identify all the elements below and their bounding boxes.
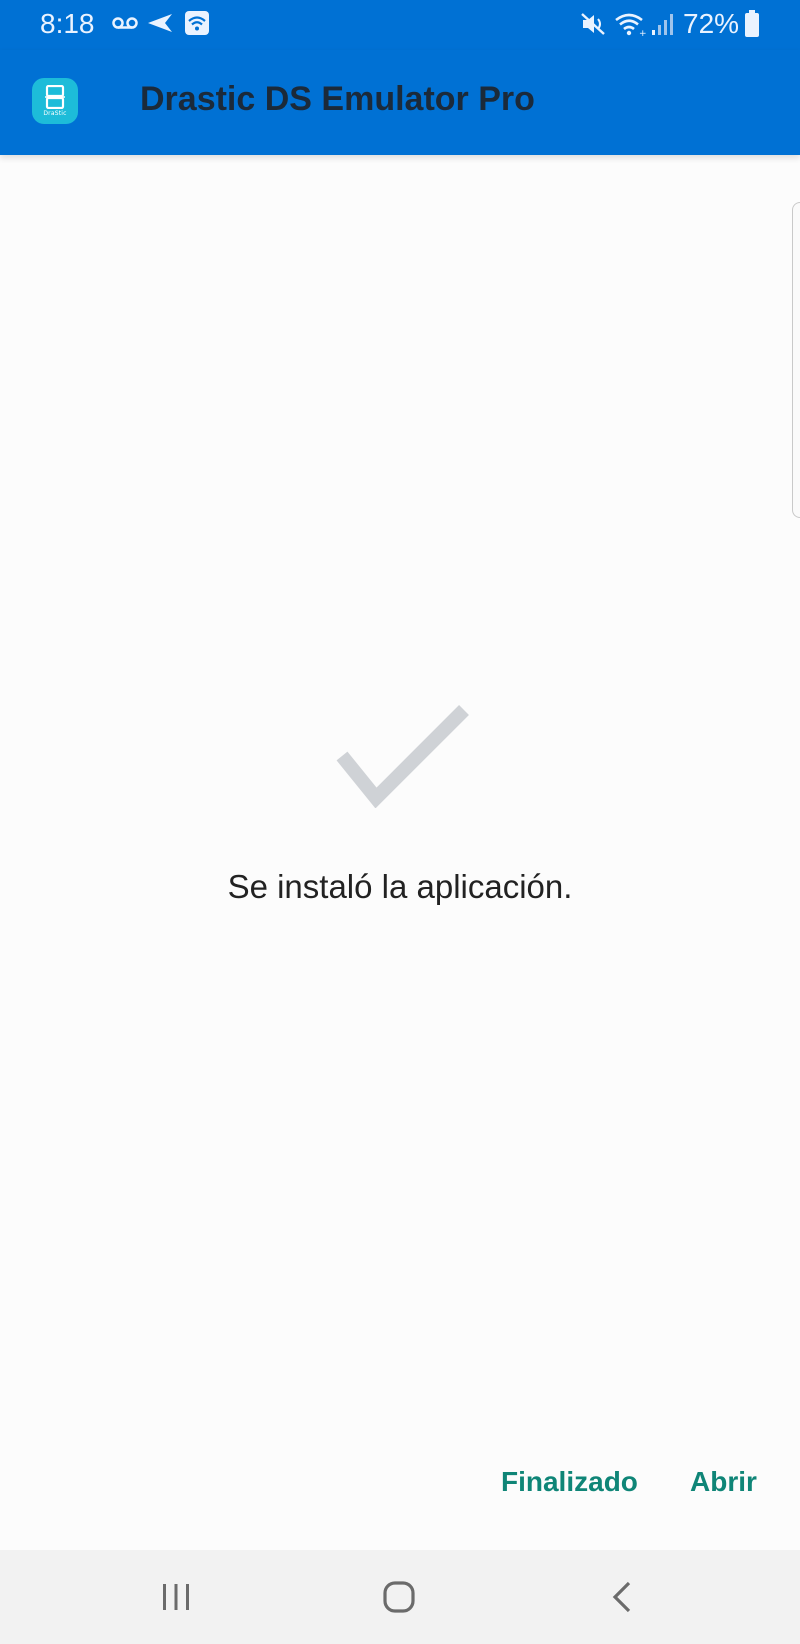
- navigation-bar: [0, 1550, 800, 1644]
- install-success-message: Se instaló la aplicación.: [227, 868, 573, 905]
- recent-apps-button[interactable]: [116, 1550, 236, 1644]
- status-bar: 8:18 + 72%: [0, 0, 800, 50]
- app-title: Drastic DS Emulator Pro: [140, 80, 535, 118]
- svg-text:+: +: [639, 29, 646, 37]
- open-button[interactable]: Abrir: [690, 1466, 757, 1498]
- battery-percentage: 72%: [683, 8, 740, 39]
- home-button[interactable]: [339, 1550, 459, 1644]
- wifi-icon: +: [614, 11, 647, 42]
- checkmark-icon: [336, 704, 472, 813]
- signal-icon: [650, 12, 676, 41]
- app-icon-label: DraStic: [43, 110, 67, 117]
- status-time: 8:18: [40, 8, 95, 39]
- wifi-calling-icon: [184, 10, 210, 41]
- drastic-app-icon: DraStic: [32, 78, 78, 124]
- recent-apps-icon: [163, 1584, 189, 1610]
- mute-icon: [580, 11, 606, 42]
- home-icon: [383, 1581, 415, 1613]
- done-button[interactable]: Finalizado: [501, 1466, 638, 1498]
- back-button[interactable]: [562, 1550, 682, 1644]
- edge-panel-handle[interactable]: [792, 202, 800, 518]
- back-chevron-icon: [612, 1581, 631, 1613]
- ds-console-icon: [45, 85, 65, 109]
- screen: 8:18 + 72% DraStic Drastic DS Emulator P…: [0, 0, 800, 1644]
- app-bar: DraStic Drastic DS Emulator Pro: [0, 50, 800, 155]
- voicemail-icon: [112, 14, 138, 37]
- battery-icon: [744, 10, 760, 43]
- send-icon: [146, 12, 174, 39]
